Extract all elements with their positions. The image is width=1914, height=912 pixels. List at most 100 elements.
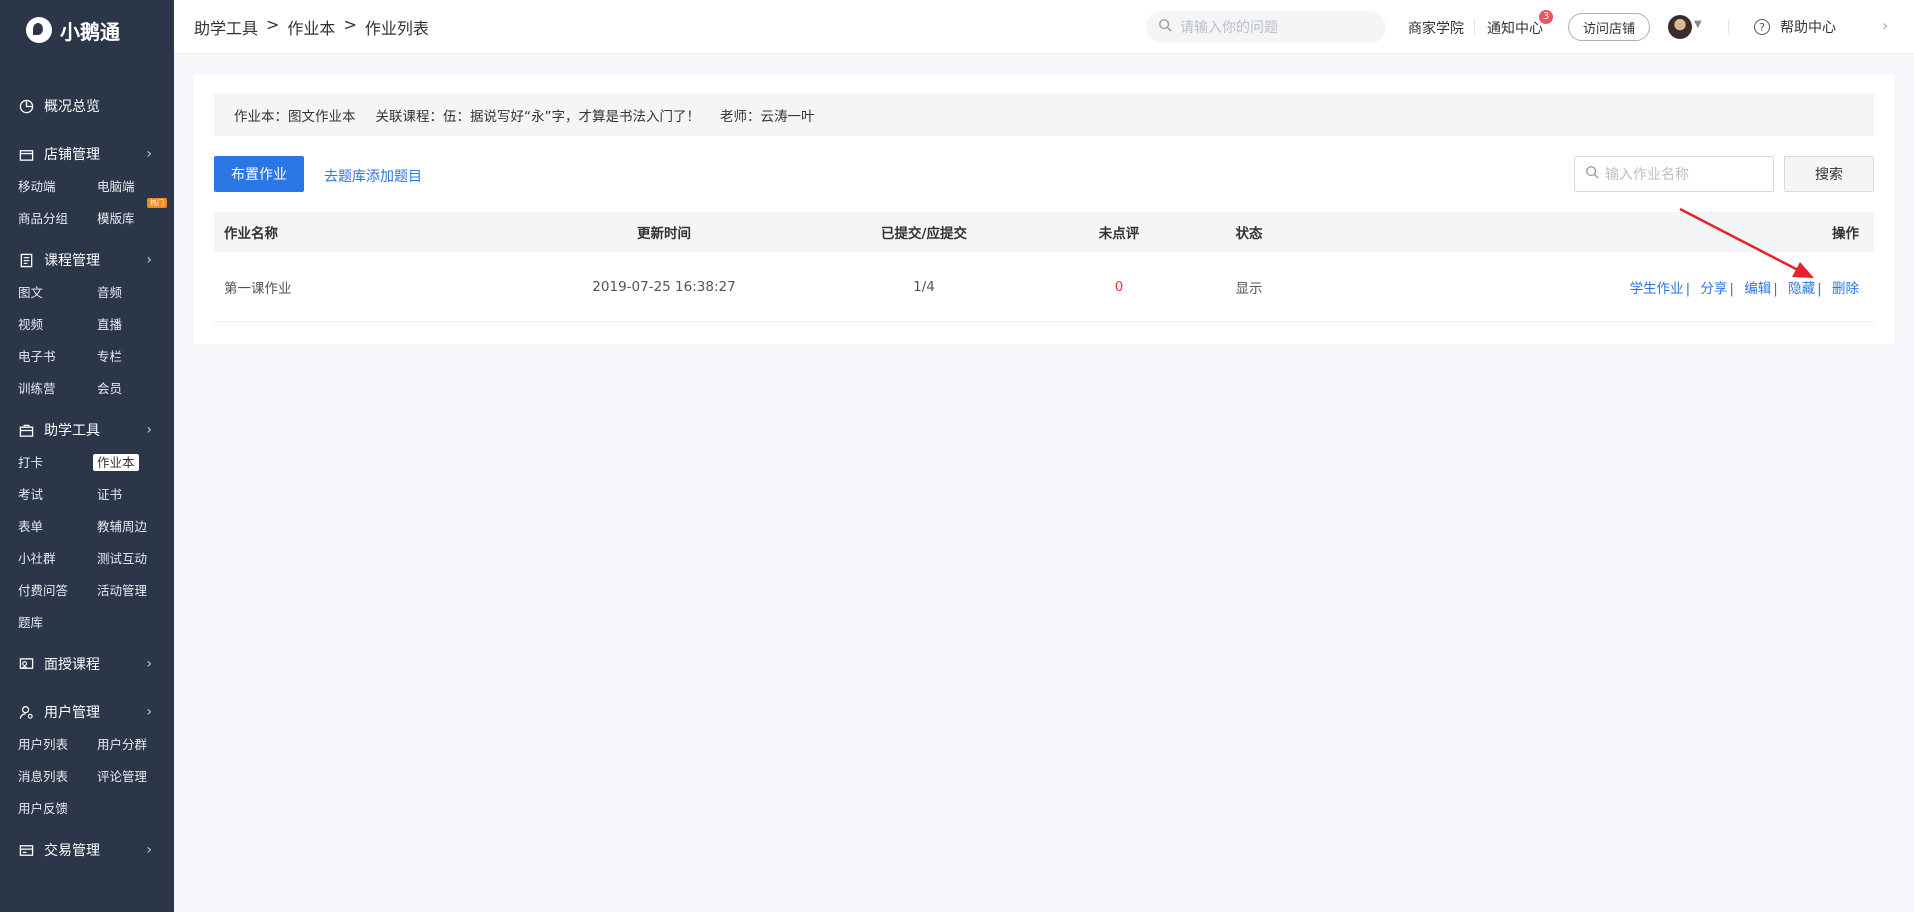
pie-chart-icon (18, 98, 34, 114)
sidebar-item-materials[interactable]: 教辅周边 (97, 518, 174, 536)
chevron-right-icon: › (146, 656, 152, 672)
help-search-input[interactable]: 请输入你的问题 (1146, 11, 1386, 43)
sidebar-item-question-bank[interactable]: 题库 (18, 614, 97, 632)
chevron-right-icon[interactable]: › (1882, 16, 1888, 35)
related-course: 关联课程：伍：据说写好“永”字，才算是书法入门了！ (375, 109, 701, 125)
toolbox-icon (18, 422, 34, 438)
sidebar-item-exam[interactable]: 考试 (18, 486, 97, 504)
nav-tools-head[interactable]: 助学工具 › (18, 418, 174, 442)
sidebar: 小鹅通 概况总览 店铺管理 › 移动端 电脑端 商品分组 模版库 热门 课程管理… (0, 0, 174, 912)
classroom-icon (18, 656, 34, 672)
user-icon (18, 704, 34, 720)
homework-table: 作业名称 更新时间 已提交/应提交 未点评 状态 操作 第一课作业 2019-0… (214, 212, 1874, 322)
hot-badge: 热门 (147, 198, 167, 208)
action-separator: | (1729, 280, 1734, 297)
sidebar-item-certificate[interactable]: 证书 (97, 486, 174, 504)
share-link[interactable]: 分享 (1700, 281, 1727, 297)
sidebar-item-comments[interactable]: 评论管理 (97, 768, 174, 786)
goose-logo-icon (26, 17, 52, 43)
sidebar-item-pc[interactable]: 电脑端 (97, 178, 174, 196)
nav-overview[interactable]: 概况总览 (0, 94, 174, 118)
submitted-count: 1/4 (913, 278, 935, 295)
sidebar-item-audio[interactable]: 音频 (97, 284, 174, 302)
homework-info-bar: 作业本：图文作业本 关联课程：伍：据说写好“永”字，才算是书法入门了！ 老师：云… (214, 94, 1874, 136)
question-icon: ? (1754, 19, 1770, 35)
nav-users: 用户管理 › 用户列表 用户分群 消息列表 评论管理 用户反馈 (0, 700, 174, 818)
delete-link[interactable]: 删除 (1832, 281, 1859, 297)
notification-center-link[interactable]: 通知中心 (1487, 18, 1543, 38)
sidebar-item-column[interactable]: 专栏 (97, 348, 174, 366)
assign-homework-button[interactable]: 布置作业 (214, 156, 304, 192)
sidebar-item-templates[interactable]: 模版库 热门 (97, 198, 174, 228)
homework-search-input[interactable]: 输入作业名称 (1574, 156, 1774, 192)
sidebar-item-activity[interactable]: 活动管理 (97, 582, 174, 600)
sidebar-item-member[interactable]: 会员 (97, 380, 174, 398)
breadcrumb-separator: > (266, 14, 280, 34)
sidebar-item-messages[interactable]: 消息列表 (18, 768, 97, 786)
breadcrumb-homework[interactable]: 作业本 (287, 15, 335, 39)
chevron-right-icon: › (146, 842, 152, 858)
sidebar-item-camp[interactable]: 训练营 (18, 380, 97, 398)
sidebar-item-feedback[interactable]: 用户反馈 (18, 800, 97, 818)
sidebar-item-user-segments[interactable]: 用户分群 (97, 736, 174, 754)
visit-store-button[interactable]: 访问店铺 (1568, 13, 1650, 41)
header-divider (1728, 19, 1729, 35)
col-header-status: 状态 (1235, 226, 1263, 242)
col-header-unreviewed: 未点评 (1098, 226, 1140, 242)
col-header-time: 更新时间 (637, 226, 691, 242)
sidebar-item-form[interactable]: 表单 (18, 518, 97, 536)
action-separator: | (1685, 280, 1691, 297)
row-actions: 学生作业 | 分享 | 编辑 | 隐藏 | 删除 (1289, 277, 1874, 297)
sidebar-item-community[interactable]: 小社群 (18, 550, 97, 568)
breadcrumb: 助学工具 > 作业本 > 作业列表 (194, 15, 429, 39)
sidebar-item-paid-qa[interactable]: 付费问答 (18, 582, 97, 600)
caret-down-icon[interactable]: ▼ (1694, 19, 1702, 30)
nav-course-head[interactable]: 课程管理 › (18, 248, 174, 272)
nav-course: 课程管理 › 图文 音频 视频 直播 电子书 专栏 训练营 会员 (0, 248, 174, 398)
nav-users-head[interactable]: 用户管理 › (18, 700, 174, 724)
search-button[interactable]: 搜索 (1784, 156, 1874, 192)
sidebar-item-user-list[interactable]: 用户列表 (18, 736, 97, 754)
nav-tools-label: 助学工具 (44, 423, 100, 439)
homework-search-placeholder: 输入作业名称 (1605, 167, 1689, 183)
nav-store-head[interactable]: 店铺管理 › (18, 142, 174, 166)
action-separator: | (1817, 280, 1822, 297)
nav-overview-label: 概况总览 (44, 99, 100, 115)
chevron-right-icon: › (146, 422, 152, 438)
sidebar-item-homework[interactable]: 作业本 (93, 454, 174, 472)
book-icon (18, 252, 34, 268)
sidebar-item-quiz[interactable]: 测试互动 (97, 550, 174, 568)
homework-book-name: 作业本：图文作业本 (234, 109, 356, 125)
help-center-link[interactable]: ? 帮助中心 (1754, 17, 1836, 37)
unreviewed-count: 0 (1114, 278, 1124, 295)
breadcrumb-tools[interactable]: 助学工具 (194, 15, 258, 39)
sidebar-item-ebook[interactable]: 电子书 (18, 348, 97, 366)
updated-time: 2019-07-25 16:38:27 (592, 278, 736, 295)
nav-offline[interactable]: 面授课程 › (0, 652, 174, 676)
sidebar-item-product-group[interactable]: 商品分组 (18, 210, 97, 228)
sidebar-item-video[interactable]: 视频 (18, 316, 97, 334)
hide-link[interactable]: 隐藏 (1788, 281, 1815, 297)
col-header-actions: 操作 (1832, 226, 1859, 242)
breadcrumb-separator: > (343, 14, 357, 34)
teacher-name: 老师：云涛一叶 (720, 109, 815, 125)
sidebar-item-mobile[interactable]: 移动端 (18, 178, 97, 196)
sidebar-item-article[interactable]: 图文 (18, 284, 97, 302)
help-center-label: 帮助中心 (1780, 20, 1836, 36)
add-from-question-bank-link[interactable]: 去题库添加题目 (324, 166, 422, 186)
col-header-name: 作业名称 (224, 226, 278, 242)
help-search-placeholder: 请输入你的问题 (1180, 20, 1278, 36)
chevron-right-icon: › (146, 146, 152, 162)
sidebar-item-live[interactable]: 直播 (97, 316, 174, 334)
student-homework-link[interactable]: 学生作业 (1630, 281, 1684, 297)
app-name: 小鹅通 (60, 19, 120, 44)
col-header-submitted: 已提交/应提交 (881, 226, 967, 242)
search-icon (1585, 165, 1599, 183)
merchant-academy-link[interactable]: 商家学院 (1408, 18, 1464, 38)
nav-trade[interactable]: 交易管理 › (0, 838, 174, 862)
avatar[interactable] (1668, 15, 1692, 39)
card-icon (18, 842, 34, 858)
sidebar-item-checkin[interactable]: 打卡 (18, 454, 97, 472)
edit-link[interactable]: 编辑 (1744, 281, 1771, 297)
app-logo[interactable]: 小鹅通 (0, 0, 174, 60)
